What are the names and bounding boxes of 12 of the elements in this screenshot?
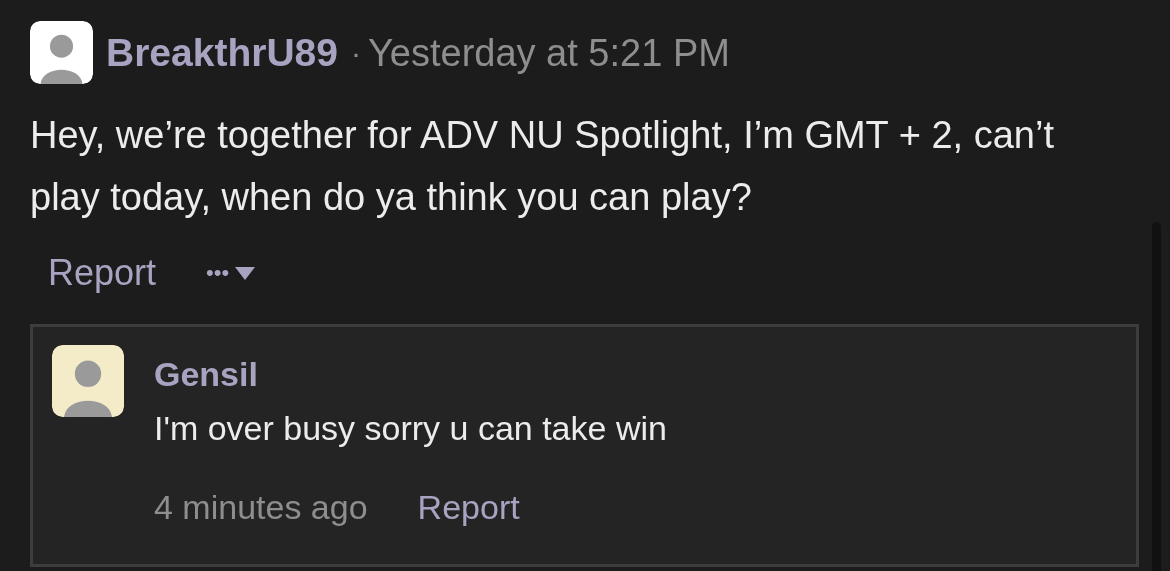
reply-text: I'm over busy sorry u can take win [154, 411, 667, 445]
avatar[interactable] [30, 21, 93, 84]
caret-icon [235, 266, 256, 280]
separator-dot: · [350, 37, 361, 68]
username[interactable]: Gensil [154, 357, 667, 391]
timestamp[interactable]: 4 minutes ago [154, 490, 368, 524]
report-link[interactable]: Report [417, 490, 520, 524]
username[interactable]: BreakthrU89 [106, 33, 338, 72]
post-text: Hey, we’re together for ADV NU Spotlight, I’m GMT + 2, can’t play today, when do ya think you can play? [30, 113, 1055, 220]
timestamp[interactable]: Yesterday at 5:21 PM [367, 33, 730, 72]
more-options-button[interactable]: ••• [206, 262, 256, 284]
report-link[interactable]: Report [48, 255, 157, 291]
